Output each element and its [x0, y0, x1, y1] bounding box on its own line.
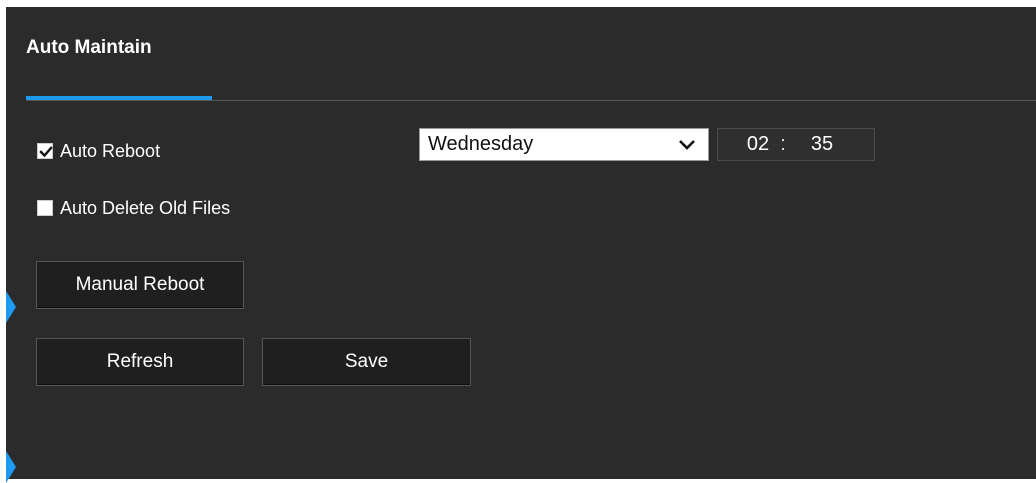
reboot-minute-field[interactable]: 35 [807, 133, 837, 156]
auto-reboot-checkbox[interactable] [37, 143, 53, 159]
auto-maintain-panel: Auto Maintain Auto Reboot Auto Delete Ol… [6, 7, 1036, 483]
auto-reboot-label: Auto Reboot [60, 141, 161, 161]
refresh-button[interactable]: Refresh [36, 338, 244, 386]
reboot-day-select[interactable]: Wednesday [419, 128, 709, 161]
auto-reboot-row[interactable]: Auto Reboot [37, 140, 160, 162]
side-arrow-icon[interactable] [6, 451, 16, 483]
reboot-time-input[interactable]: 02 : 35 [717, 128, 875, 161]
reboot-day-value: Wednesday [428, 133, 534, 155]
time-separator: : [780, 133, 786, 155]
page-title: Auto Maintain [26, 37, 152, 58]
manual-reboot-button[interactable]: Manual Reboot [36, 261, 244, 309]
reboot-hour-field[interactable]: 02 [743, 133, 773, 156]
save-button[interactable]: Save [262, 338, 471, 386]
auto-delete-label: Auto Delete Old Files [60, 198, 231, 218]
chevron-down-icon [679, 139, 695, 150]
side-arrow-icon[interactable] [6, 291, 16, 323]
auto-delete-checkbox[interactable] [37, 200, 53, 216]
check-icon [39, 146, 53, 158]
header-divider [26, 100, 1036, 101]
auto-delete-row[interactable]: Auto Delete Old Files [37, 197, 230, 219]
